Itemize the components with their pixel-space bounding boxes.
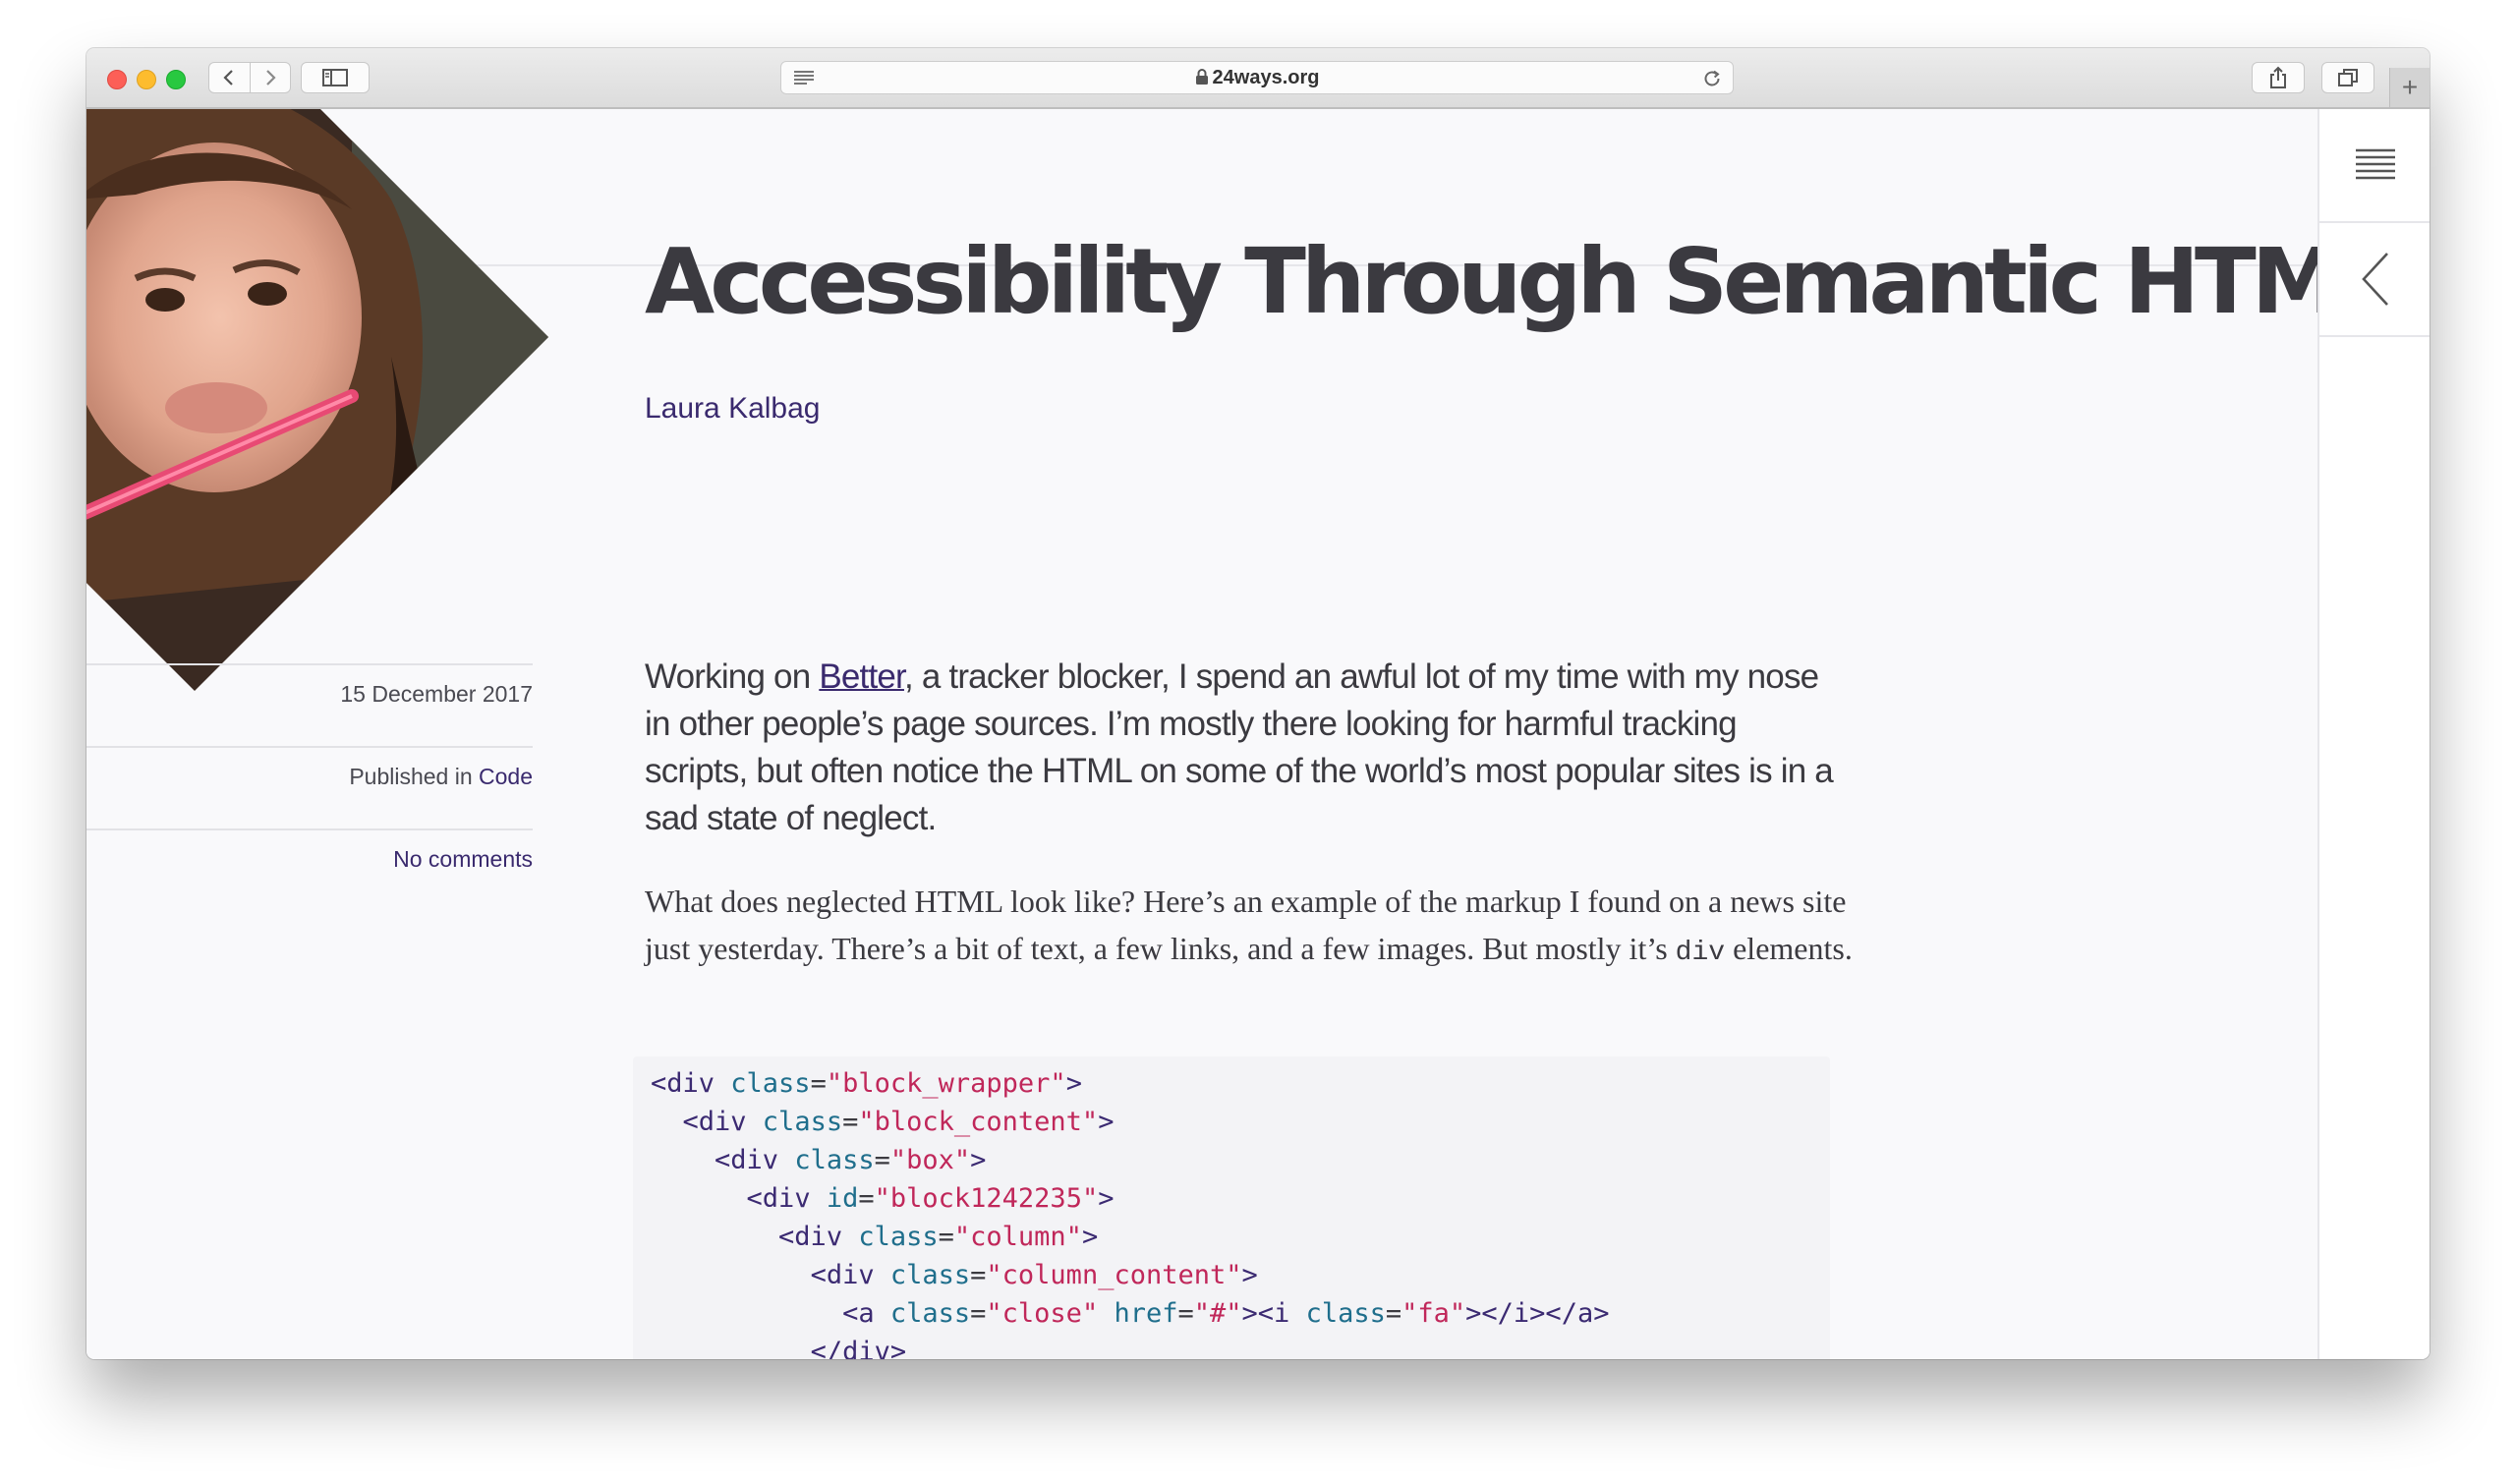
code-token-tag: </div> [810, 1337, 907, 1359]
code-token-tag: <div [810, 1260, 875, 1290]
chevron-left-icon [2362, 253, 2388, 306]
code-token-tag: > [1081, 1222, 1099, 1252]
menu-button[interactable] [2319, 109, 2430, 223]
url-display: 24ways.org [781, 62, 1733, 93]
code-token-tag: <a [842, 1298, 875, 1329]
forward-button[interactable] [249, 63, 291, 92]
url-domain: 24ways.org [1212, 67, 1320, 88]
code-line: <div class="column"> [651, 1222, 1098, 1252]
zoom-window-button[interactable] [166, 70, 186, 89]
site-nav-rail [2317, 109, 2430, 1359]
paragraph-text-start: What does neglected HTML look like? Here… [645, 884, 1847, 966]
code-token-val: "column_content" [986, 1260, 1242, 1290]
code-token-attr: class [874, 1260, 971, 1290]
previous-article-button[interactable] [2319, 223, 2430, 337]
code-token-val: "block_content" [858, 1107, 1099, 1137]
code-token-punc: = [874, 1145, 890, 1175]
code-token-attr: class [778, 1145, 875, 1175]
code-token-tag: > [1098, 1107, 1115, 1137]
lead-text-start: Working on [645, 657, 820, 696]
code-token-tag: <div [715, 1145, 779, 1175]
category-link[interactable]: Code [479, 764, 533, 789]
article-category: Published in Code [86, 764, 533, 790]
better-link[interactable]: Better [819, 657, 904, 696]
code-token-punc: = [970, 1298, 987, 1329]
paragraph-text-end: elements. [1725, 931, 1853, 966]
code-token-tag: ></i></a> [1465, 1298, 1610, 1329]
back-button[interactable] [209, 63, 250, 92]
new-tab-button[interactable]: + [2389, 68, 2430, 107]
article-lead: Working on Better, a tracker blocker, I … [645, 654, 1844, 842]
sidebar-icon [322, 69, 348, 86]
tab-overview-button[interactable] [2321, 62, 2374, 93]
code-token-tag: > [1241, 1260, 1258, 1290]
meta-divider-date [86, 663, 533, 665]
inline-code: div [1675, 938, 1726, 968]
code-token-tag: <div [778, 1222, 843, 1252]
comments-link[interactable]: No comments [393, 846, 533, 872]
author-link[interactable]: Laura Kalbag [645, 392, 820, 426]
code-token-punc: = [842, 1107, 859, 1137]
code-line: <div id="block1242235"> [651, 1183, 1115, 1214]
code-token-tag: ><i [1241, 1298, 1290, 1329]
code-token-attr: id [810, 1183, 859, 1214]
code-token-attr: href [1098, 1298, 1178, 1329]
code-line: <div class="box"> [651, 1145, 986, 1175]
code-token-punc: = [858, 1183, 875, 1214]
code-line: </div> [651, 1337, 907, 1359]
code-token-val: "block1242235" [874, 1183, 1099, 1214]
reload-icon[interactable] [1701, 68, 1723, 89]
article-paragraph: What does neglected HTML look like? Here… [645, 878, 1863, 977]
code-token-val: "#" [1193, 1298, 1242, 1329]
code-token-val: "block_wrapper" [826, 1068, 1066, 1099]
article-date: 15 December 2017 [340, 681, 533, 707]
code-token-attr: class [746, 1107, 843, 1137]
history-navigation [208, 62, 291, 93]
code-token-attr: class [874, 1298, 971, 1329]
lock-icon [1195, 69, 1208, 85]
share-icon [2270, 66, 2286, 88]
code-token-punc: = [810, 1068, 827, 1099]
author-photo [86, 109, 548, 691]
code-token-attr: class [715, 1068, 811, 1099]
code-token-tag: > [1098, 1183, 1115, 1214]
code-token-val: "fa" [1401, 1298, 1466, 1329]
code-token-tag: <div [682, 1107, 747, 1137]
code-token-tag: > [1065, 1068, 1082, 1099]
show-sidebar-button[interactable] [301, 62, 370, 93]
code-token-val: "close" [986, 1298, 1099, 1329]
meta-divider-comments [86, 828, 533, 830]
browser-window: 24ways.org + Accessibility Through Seman… [86, 48, 2430, 1359]
minimize-window-button[interactable] [137, 70, 156, 89]
code-line: <a class="close" href="#"><i class="fa">… [651, 1298, 1609, 1329]
address-bar[interactable]: 24ways.org [780, 61, 1734, 94]
code-token-tag: > [970, 1145, 987, 1175]
code-token-punc: = [1177, 1298, 1194, 1329]
share-button[interactable] [2252, 62, 2305, 93]
page-content: Accessibility Through Semantic HTML Laur… [86, 109, 2317, 1359]
code-token-val: "column" [953, 1222, 1082, 1252]
menu-icon [2356, 148, 2395, 180]
code-token-val: "box" [889, 1145, 971, 1175]
meta-divider-category [86, 746, 533, 748]
code-token-punc: = [938, 1222, 954, 1252]
chevron-left-icon [223, 70, 234, 86]
browser-toolbar: 24ways.org + [86, 48, 2430, 109]
published-label: Published in [349, 764, 480, 789]
code-line: <div class="block_wrapper"> [651, 1068, 1082, 1099]
code-line: <div class="block_content"> [651, 1107, 1115, 1137]
article-comments: No comments [86, 846, 533, 873]
code-token-punc: = [970, 1260, 987, 1290]
code-token-punc: = [1385, 1298, 1402, 1329]
code-sample: <div class="block_wrapper"> <div class="… [633, 1056, 1830, 1359]
close-window-button[interactable] [107, 70, 127, 89]
tabs-overview-icon [2338, 69, 2358, 86]
code-token-attr: class [1289, 1298, 1386, 1329]
article-title: Accessibility Through Semantic HTML [645, 229, 2317, 334]
chevron-right-icon [265, 70, 276, 86]
code-token-tag: <div [746, 1183, 811, 1214]
code-token-attr: class [842, 1222, 939, 1252]
code-line: <div class="column_content"> [651, 1260, 1258, 1290]
code-token-tag: <div [651, 1068, 715, 1099]
